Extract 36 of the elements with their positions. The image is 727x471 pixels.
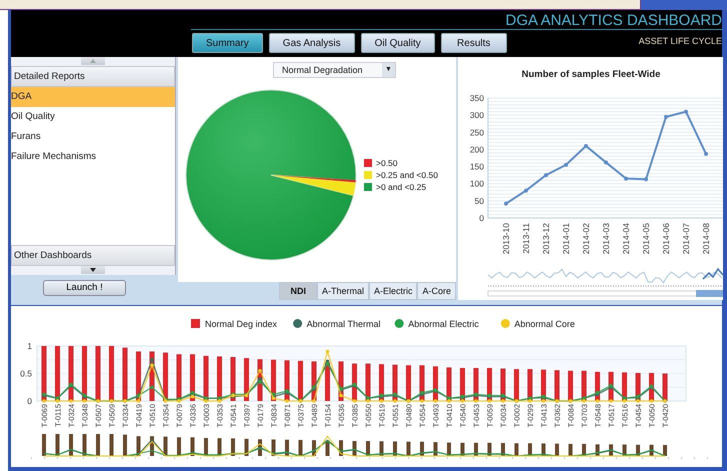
chart-title: Number of samples Fleet-Wide [522, 69, 660, 80]
legend-label: Abnormal Electric [408, 319, 480, 329]
axis-tick-label: 100 [470, 178, 484, 189]
legend-label: >0 and <0.25 [376, 182, 426, 192]
axis-tick-label: 150 [470, 162, 484, 172]
axis-tick-label: 2014-02 [581, 223, 591, 254]
axis-tick-label: 250 [470, 127, 484, 138]
axis-tick-label: 50 [474, 196, 484, 206]
axis-tick-label: 2014-06 [661, 223, 671, 254]
axis-tick-label: 0 [27, 396, 32, 406]
legend-label: >0.50 [376, 158, 398, 168]
legend-label: >0.25 and <0.50 [376, 170, 438, 180]
axis-tick-label: 2014-01 [561, 223, 571, 254]
axis-tick-label: 0 [479, 213, 484, 223]
axis-tick-label: 2013-11 [521, 223, 531, 254]
dashboard-subtitle: ASSET LIFE CYCLE [638, 36, 722, 46]
axis-tick-label: 2014-04 [621, 223, 631, 254]
legend-label: Abnormal Thermal [306, 319, 380, 329]
legend-label: Normal Deg index [205, 319, 278, 329]
legend-label: Abnormal Core [514, 319, 575, 329]
axis-tick-label: 350 [470, 93, 484, 103]
axis-tick-label: 300 [470, 110, 484, 120]
legend-item: Normal Deg index [191, 319, 278, 329]
legend-item: Abnormal Electric [394, 319, 479, 329]
axis-tick-label: 1 [27, 341, 32, 351]
axis-tick-label: 2014-03 [601, 223, 611, 254]
axis-tick-label: 0.5 [20, 368, 32, 378]
axis-tick-label: 2014-07 [681, 223, 691, 254]
axis-tick-label: 2014-08 [701, 223, 711, 254]
legend-item: Abnormal Thermal [293, 319, 380, 329]
dashboard-title: DGA ANALYTICS DASHBOARD [506, 12, 722, 29]
axis-tick-label: 2013-12 [541, 223, 551, 254]
legend-item: Abnormal Core [500, 319, 575, 329]
axis-tick-label: 200 [470, 144, 484, 154]
axis-tick-label: 2013-10 [501, 223, 511, 254]
axis-tick-label: 2014-05 [641, 223, 651, 254]
